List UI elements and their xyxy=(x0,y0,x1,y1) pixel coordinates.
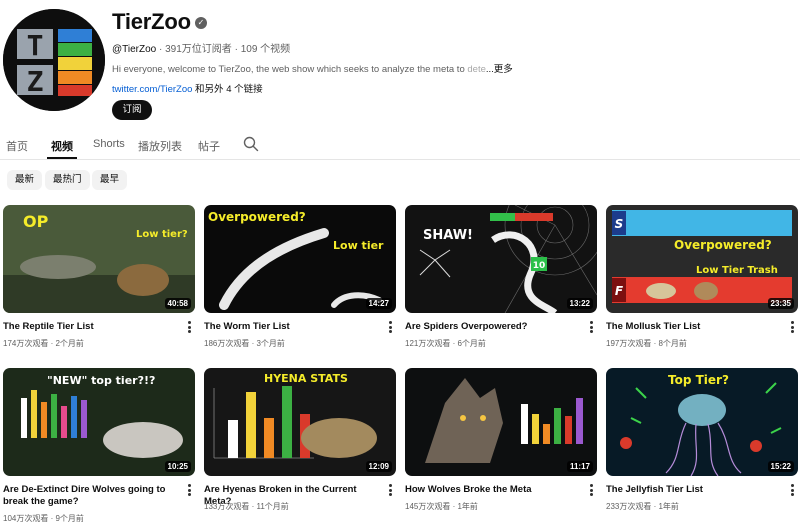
video-duration: 23:35 xyxy=(767,298,794,309)
more-actions-icon[interactable] xyxy=(388,484,394,498)
description-text: Hi everyone, welcome to TierZoo, the web… xyxy=(112,64,468,75)
more-link[interactable]: ...更多 xyxy=(486,64,513,75)
video-title[interactable]: The Jellyfish Tier List xyxy=(606,484,778,496)
thumb-text: 10 xyxy=(533,261,546,271)
video-thumbnail[interactable]: 11:17 xyxy=(405,368,597,476)
video-views: 186万次观看 xyxy=(204,339,250,348)
video-meta: 104万次观看 · 9个月前 xyxy=(3,514,84,523)
video-meta: 197万次观看 · 8个月前 xyxy=(606,339,687,348)
more-actions-icon[interactable] xyxy=(589,484,595,498)
more-actions-icon[interactable] xyxy=(187,484,193,498)
thumb-text: Low tier xyxy=(333,239,384,252)
video-duration: 11:17 xyxy=(566,461,593,472)
video-thumbnail[interactable]: "NEW" top tier?!? 10:25 xyxy=(3,368,195,476)
thumb-text: Top Tier? xyxy=(668,373,729,387)
verified-check-icon: ✓ xyxy=(195,17,207,29)
video-age: 2个月前 xyxy=(55,339,84,348)
more-actions-icon[interactable] xyxy=(388,321,394,335)
video-views: 104万次观看 xyxy=(3,514,49,523)
more-links[interactable]: 和另外 4 个链接 xyxy=(192,84,263,95)
logo-letter-t: T xyxy=(27,29,44,62)
thumb-text: Overpowered? xyxy=(674,238,772,252)
channel-handle-line: @TierZoo · 391万位订阅者 · 109 个视频 xyxy=(112,40,290,55)
channel-name: TierZoo xyxy=(112,9,191,34)
channel-tabs: 首页 视频 Shorts 播放列表 帖子 xyxy=(0,134,800,160)
video-age: 9个月前 xyxy=(55,514,84,523)
video-thumbnail[interactable]: HYENA STATS 12:09 xyxy=(204,368,396,476)
video-views: 133万次观看 xyxy=(204,502,250,511)
tab-videos[interactable]: 视频 xyxy=(51,138,73,154)
more-actions-icon[interactable] xyxy=(589,321,595,335)
active-tab-indicator xyxy=(47,157,77,159)
video-duration: 40:58 xyxy=(164,298,191,309)
video-thumbnail[interactable]: Overpowered? Low tier 14:27 xyxy=(204,205,396,313)
search-icon[interactable] xyxy=(242,135,260,153)
video-age: 3个月前 xyxy=(256,339,285,348)
chip-latest[interactable]: 最新 xyxy=(7,170,43,190)
video-thumbnail[interactable]: 10 SHAW! 13:22 xyxy=(405,205,597,313)
video-views: 197万次观看 xyxy=(606,339,652,348)
thumb-text: "NEW" top tier?!? xyxy=(47,374,155,387)
video-thumbnail[interactable]: S F Overpowered? Low Tier Trash 23:35 xyxy=(606,205,798,313)
more-actions-icon[interactable] xyxy=(790,321,796,335)
video-duration: 13:22 xyxy=(566,298,593,309)
thumb-text: F xyxy=(615,284,624,298)
thumb-text: Overpowered? xyxy=(208,210,306,224)
more-actions-icon[interactable] xyxy=(187,321,193,335)
thumb-text: HYENA STATS xyxy=(264,372,348,385)
video-views: 121万次观看 xyxy=(405,339,451,348)
video-age: 1年前 xyxy=(658,502,679,511)
thumb-text: Low tier? xyxy=(136,229,188,240)
thumb-text: S xyxy=(615,217,624,231)
thumb-text: OP xyxy=(23,212,49,231)
tab-home[interactable]: 首页 xyxy=(6,138,28,154)
video-duration: 12:09 xyxy=(365,461,392,472)
video-views: 145万次观看 xyxy=(405,502,451,511)
video-meta: 186万次观看 · 3个月前 xyxy=(204,339,285,348)
channel-description[interactable]: Hi everyone, welcome to TierZoo, the web… xyxy=(112,61,513,75)
description-fade: dete xyxy=(467,64,486,75)
thumb-text: SHAW! xyxy=(423,228,473,243)
channel-handle: @TierZoo xyxy=(112,44,157,55)
video-duration: 14:27 xyxy=(365,298,392,309)
video-title[interactable]: Are De-Extinct Dire Wolves going to brea… xyxy=(3,484,175,508)
video-meta: 233万次观看 · 1年前 xyxy=(606,502,679,511)
thumb-text: Low Tier Trash xyxy=(696,265,778,276)
channel-stats: · 391万位订阅者 · 109 个视频 xyxy=(156,44,291,55)
tab-shorts[interactable]: Shorts xyxy=(93,138,125,150)
video-duration: 10:25 xyxy=(164,461,191,472)
twitter-link[interactable]: twitter.com/TierZoo xyxy=(112,84,192,95)
video-title[interactable]: How Wolves Broke the Meta xyxy=(405,484,577,496)
subscribe-button[interactable]: 订阅 xyxy=(112,100,152,120)
video-meta: 121万次观看 · 6个月前 xyxy=(405,339,486,348)
tab-playlists[interactable]: 播放列表 xyxy=(138,138,182,154)
video-title[interactable]: The Mollusk Tier List xyxy=(606,321,778,333)
video-age: 1年前 xyxy=(457,502,478,511)
video-title[interactable]: The Worm Tier List xyxy=(204,321,376,333)
video-views: 233万次观看 xyxy=(606,502,652,511)
video-meta: 174万次观看 · 2个月前 xyxy=(3,339,84,348)
video-age: 11个月前 xyxy=(256,502,289,511)
video-age: 6个月前 xyxy=(457,339,486,348)
tab-posts[interactable]: 帖子 xyxy=(198,138,220,154)
video-title[interactable]: Are Spiders Overpowered? xyxy=(405,321,577,333)
chip-oldest[interactable]: 最早 xyxy=(92,170,128,190)
channel-links: twitter.com/TierZoo 和另外 4 个链接 xyxy=(112,81,263,95)
video-title[interactable]: The Reptile Tier List xyxy=(3,321,175,333)
video-thumbnail[interactable]: OP Low tier? 40:58 xyxy=(3,205,195,313)
video-meta: 145万次观看 · 1年前 xyxy=(405,502,478,511)
video-thumbnail[interactable]: Top Tier? 15:22 xyxy=(606,368,798,476)
tierzoo-logo: T Z xyxy=(3,9,105,111)
logo-letter-z: Z xyxy=(27,65,44,98)
channel-avatar[interactable]: T Z xyxy=(3,9,105,111)
more-actions-icon[interactable] xyxy=(790,484,796,498)
chip-popular[interactable]: 最热门 xyxy=(45,170,90,190)
video-views: 174万次观看 xyxy=(3,339,49,348)
video-duration: 15:22 xyxy=(767,461,794,472)
video-age: 8个月前 xyxy=(658,339,687,348)
video-meta: 133万次观看 · 11个月前 xyxy=(204,502,289,511)
